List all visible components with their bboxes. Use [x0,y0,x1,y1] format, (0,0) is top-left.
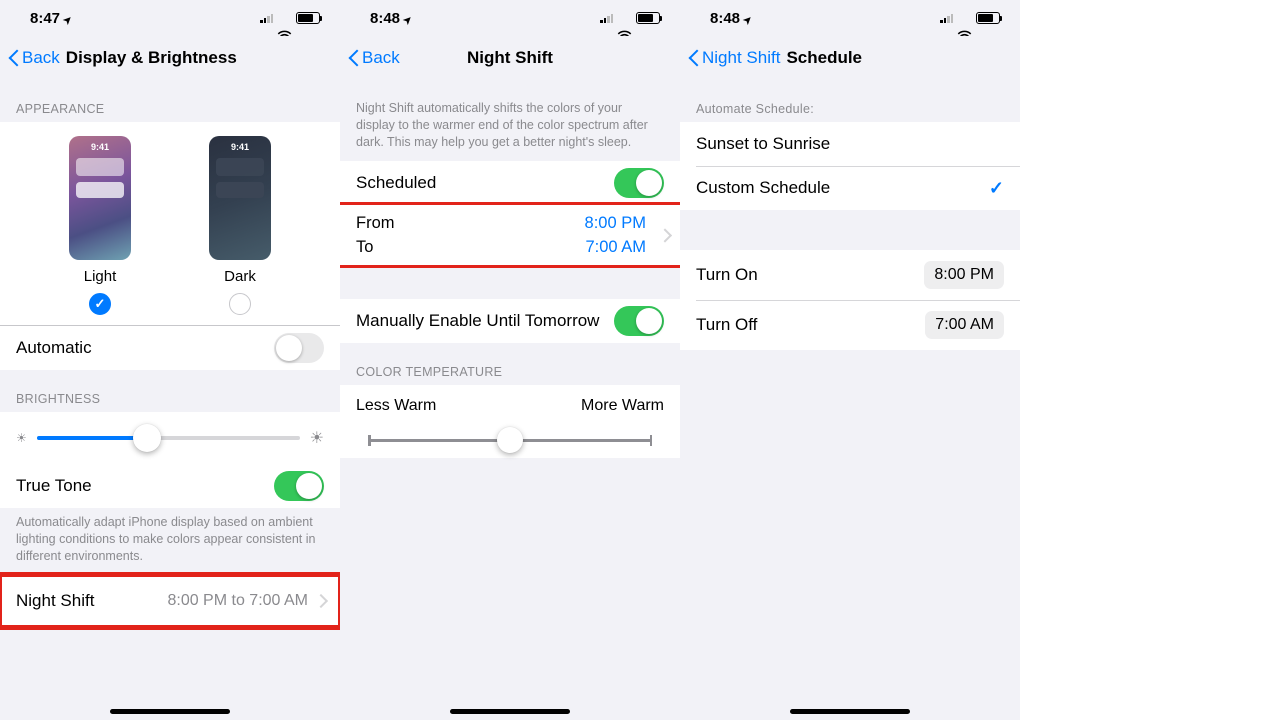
nightshift-label: Night Shift [16,591,94,611]
page-title: Display & Brightness [66,48,237,68]
manual-enable-toggle[interactable] [614,306,664,336]
appearance-header: Appearance [0,80,340,122]
back-button[interactable]: Back [348,48,400,68]
scheduled-toggle[interactable] [614,168,664,198]
home-indicator [110,709,230,714]
navbar: Back Night Shift [340,36,680,80]
location-icon [404,10,412,27]
truetone-row[interactable]: True Tone [0,464,340,508]
preview-time: 9:41 [91,142,109,152]
cell-signal-icon [260,13,273,23]
status-bar: 8:47 [0,0,340,36]
sun-min-icon: ☀︎ [16,431,27,445]
option-sunset-sunrise[interactable]: Sunset to Sunrise [680,122,1020,166]
chevron-right-icon [660,228,668,241]
turn-off-label: Turn Off [696,315,757,335]
sun-max-icon: ☀︎ [310,428,324,448]
cell-signal-icon [600,13,613,23]
chevron-left-icon [348,48,360,68]
phone-schedule: 8:48 Night Shift Schedule Automate Sched… [680,0,1020,720]
appearance-option-light[interactable]: 9:41 Light [69,136,131,315]
nightshift-detail: 8:00 PM to 7:00 AM [167,592,308,610]
brightness-header: Brightness [0,370,340,412]
chevron-left-icon [8,48,20,68]
battery-icon [976,12,1000,24]
appearance-picker: 9:41 Light 9:41 Dark [0,122,340,325]
more-warm-label: More Warm [581,397,664,415]
truetone-toggle[interactable] [274,471,324,501]
turn-on-row[interactable]: Turn On 8:00 PM [680,250,1020,300]
phone-display-brightness: 8:47 Back Display & Brightness Appearanc… [0,0,340,720]
color-temperature-header: Color Temperature [340,343,680,385]
from-label: From [356,211,395,235]
wifi-icon [277,13,292,24]
battery-icon [636,12,660,24]
turn-on-value[interactable]: 8:00 PM [924,261,1004,289]
color-temperature-slider[interactable] [340,415,680,458]
appearance-label-dark: Dark [224,268,256,285]
scheduled-label: Scheduled [356,173,436,193]
automatic-toggle[interactable] [274,333,324,363]
chevron-left-icon [688,48,700,68]
turn-off-value[interactable]: 7:00 AM [925,311,1004,339]
truetone-footer: Automatically adapt iPhone display based… [0,508,340,575]
option-sunset-label: Sunset to Sunrise [696,134,830,154]
appearance-label-light: Light [84,268,117,285]
page-title: Schedule [786,48,862,68]
automate-header: Automate Schedule: [680,80,1020,122]
status-bar: 8:48 [680,0,1020,36]
navbar: Back Display & Brightness [0,36,340,80]
chevron-right-icon [316,594,324,607]
back-label: Night Shift [702,48,780,68]
back-label: Back [362,48,400,68]
navbar: Night Shift Schedule [680,36,1020,80]
phone-night-shift: 8:48 Back Night Shift Night Shift automa… [340,0,680,720]
back-label: Back [22,48,60,68]
brightness-slider[interactable] [37,424,300,452]
status-time: 8:47 [30,10,60,27]
status-time: 8:48 [710,10,740,27]
truetone-label: True Tone [16,476,92,496]
schedule-times-highlight: From 8:00 PM To 7:00 AM [340,205,680,265]
battery-icon [296,12,320,24]
option-custom-schedule[interactable]: Custom Schedule ✓ [680,166,1020,210]
cell-signal-icon [940,13,953,23]
schedule-times-row[interactable]: From 8:00 PM To 7:00 AM [340,205,680,265]
scheduled-row[interactable]: Scheduled [340,161,680,205]
status-bar: 8:48 [340,0,680,36]
wifi-icon [957,13,972,24]
less-warm-label: Less Warm [356,397,436,415]
turn-off-row[interactable]: Turn Off 7:00 AM [680,300,1020,350]
back-button[interactable]: Night Shift [688,48,780,68]
to-label: To [356,235,373,259]
automatic-row[interactable]: Automatic [0,326,340,370]
radio-unselected-icon [229,293,251,315]
manual-enable-row[interactable]: Manually Enable Until Tomorrow [340,299,680,343]
checkmark-icon: ✓ [989,178,1004,199]
appearance-option-dark[interactable]: 9:41 Dark [209,136,271,315]
nightshift-intro: Night Shift automatically shifts the col… [340,80,680,161]
location-icon [744,10,752,27]
turn-on-label: Turn On [696,265,758,285]
to-value: 7:00 AM [585,235,664,259]
temp-labels: Less Warm More Warm [340,385,680,415]
preview-time: 9:41 [231,142,249,152]
option-custom-label: Custom Schedule [696,178,830,198]
appearance-thumb-light: 9:41 [69,136,131,260]
appearance-thumb-dark: 9:41 [209,136,271,260]
back-button[interactable]: Back [8,48,60,68]
status-time: 8:48 [370,10,400,27]
nightshift-row[interactable]: Night Shift 8:00 PM to 7:00 AM [0,575,340,627]
from-value: 8:00 PM [585,211,664,235]
automatic-label: Automatic [16,338,92,358]
nightshift-row-highlight: Night Shift 8:00 PM to 7:00 AM [0,575,340,627]
wifi-icon [617,13,632,24]
manual-enable-label: Manually Enable Until Tomorrow [356,311,599,331]
home-indicator [450,709,570,714]
brightness-slider-row: ☀︎ ☀︎ [0,412,340,464]
home-indicator [790,709,910,714]
location-icon [64,10,72,27]
radio-selected-icon [89,293,111,315]
